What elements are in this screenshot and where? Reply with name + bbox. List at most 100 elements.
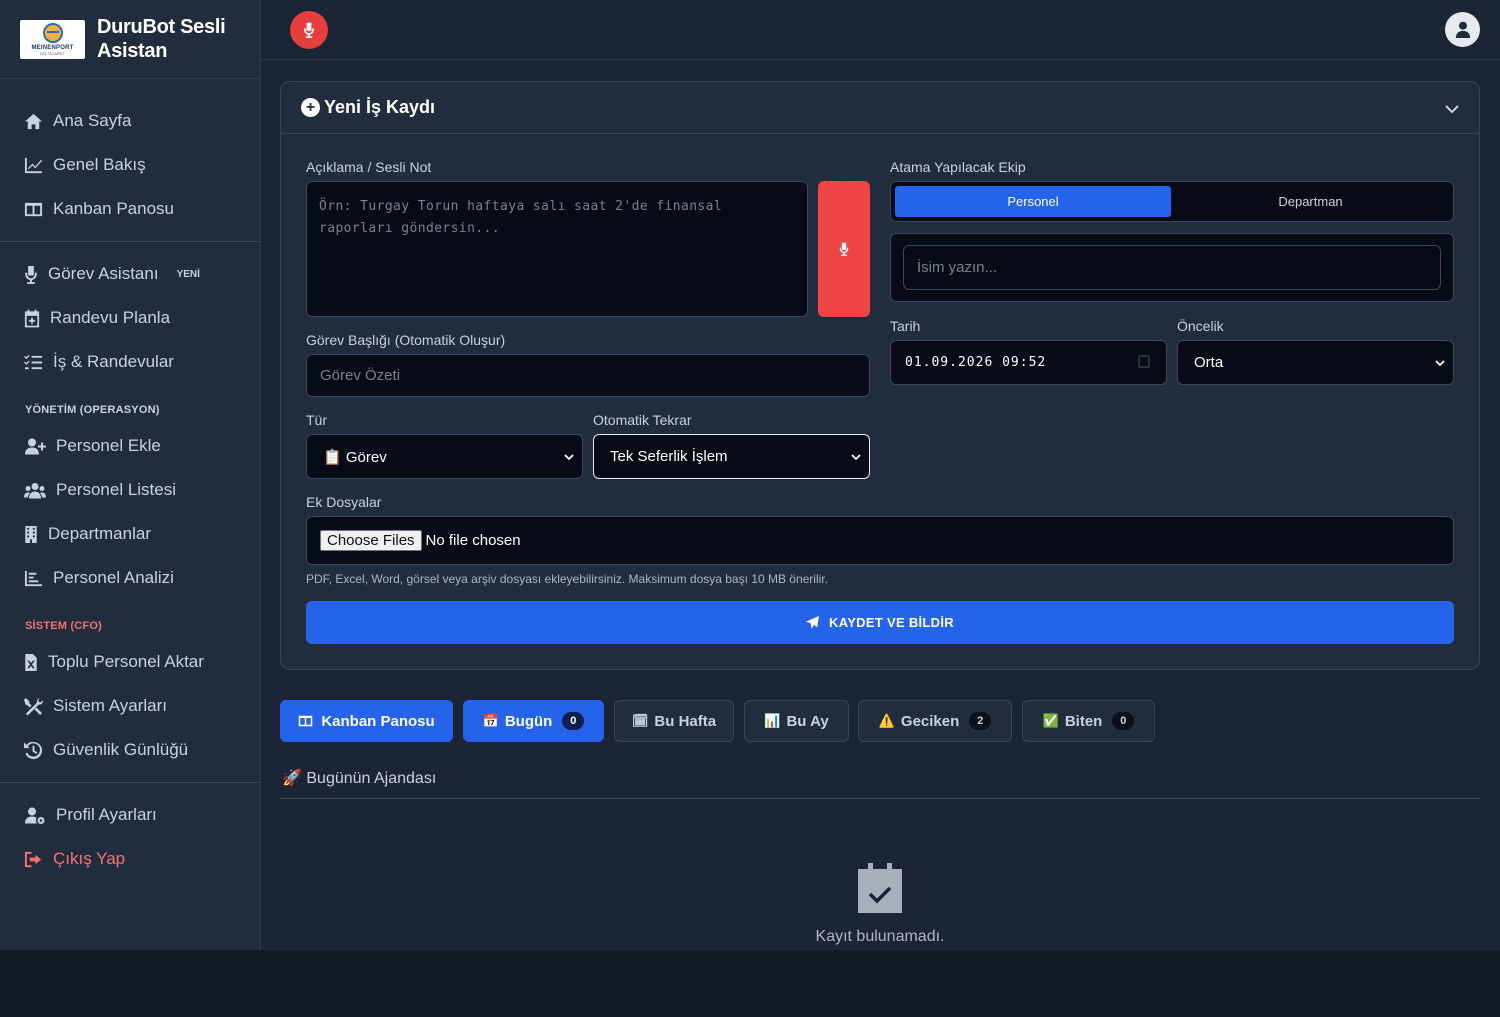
assign-tab-departman[interactable]: Departman [1172,186,1449,217]
sidebar-item-is-randevular[interactable]: İş & Randevular [0,342,260,382]
sidebar-item-randevu-planla[interactable]: Randevu Planla [0,298,260,338]
chevron-down-icon [1435,359,1445,366]
sidebar-item-label: Genel Bakış [53,155,146,174]
logo-subtext: DIŞ TİCARET [40,50,65,56]
microphone-icon [839,242,849,256]
save-and-notify-button[interactable]: KAYDET VE BİLDİR [306,601,1454,644]
brand-title: DuruBot Sesli Asistan [97,16,226,62]
agenda-title: 🚀 Bugünün Ajandası [282,770,437,787]
paper-plane-icon [806,616,820,629]
sidebar-item-profil-ayarlari[interactable]: Profil Ayarları [0,795,260,835]
sidebar-item-label: Sistem Ayarları [53,696,168,715]
tab-bu-hafta[interactable]: 🗓 Bu Hafta [614,700,734,742]
user-plus-icon [25,438,46,454]
sidebar-item-personel-analizi[interactable]: Personel Analizi [0,558,260,598]
sidebar-item-label: İş & Randevular [53,352,174,371]
files-hint: PDF, Excel, Word, görsel veya arşiv dosy… [306,572,828,586]
voice-record-button[interactable] [290,11,328,49]
page-footer-band [0,950,1500,1017]
type-label: Tür [306,412,327,428]
brand-logo: MEINENPORT DIŞ TİCARET [20,19,85,59]
priority-label: Öncelik [1177,318,1224,334]
calendar-week-icon: 🗓 [631,713,649,728]
user-gear-icon [25,807,45,824]
user-icon [1455,21,1470,38]
sidebar-item-label: Personel Analizi [53,568,174,587]
warning-icon: ⚠️ [878,713,895,728]
tab-bugun[interactable]: 📅 Bugün 0 [463,700,604,742]
calendar-check-icon [858,863,902,913]
sidebar-item-toplu-personel-aktar[interactable]: Toplu Personel Aktar [0,642,260,682]
sidebar-item-gorev-asistani[interactable]: Görev Asistanı YENİ [0,254,260,294]
type-select[interactable]: 📋 Görev [306,434,583,479]
chevron-down-icon [564,453,574,460]
description-label: Açıklama / Sesli Not [306,159,432,175]
sidebar-item-sistem-ayarlari[interactable]: Sistem Ayarları [0,686,260,726]
list-check-icon [24,354,43,369]
assign-label: Atama Yapılacak Ekip [890,159,1026,175]
tab-label: Bu Ay [786,712,829,730]
user-menu-button[interactable] [1445,12,1480,47]
sidebar-item-personel-ekle[interactable]: Personel Ekle [0,426,260,466]
tab-geciken[interactable]: ⚠️ Geciken 2 [858,700,1012,742]
count-badge: 2 [969,712,992,730]
chart-bar-icon [24,570,43,586]
sidebar-item-label: Personel Ekle [56,436,161,455]
chart-line-icon [24,157,43,173]
repeat-select[interactable]: Tek Seferlik İşlem [593,434,870,479]
assign-toggle: Personel Departman [890,181,1454,222]
tab-kanban[interactable]: Kanban Panosu [280,700,453,742]
calendar-icon: 📅 [482,713,499,728]
check-icon: ✅ [1042,713,1059,728]
tab-bu-ay[interactable]: 📊 Bu Ay [744,700,849,742]
description-textarea[interactable] [306,181,808,317]
card-header[interactable]: + Yeni İş Kaydı [281,82,1479,134]
dictation-button[interactable] [818,181,870,317]
sidebar-item-label: Personel Listesi [56,480,177,499]
tab-label: Bu Hafta [654,712,717,730]
sidebar: MEINENPORT DIŞ TİCARET DuruBot Sesli Asi… [0,0,261,950]
sidebar-item-departmanlar[interactable]: Departmanlar [0,514,260,554]
assign-tab-personel[interactable]: Personel [895,186,1171,217]
sidebar-item-cikis-yap[interactable]: Çıkış Yap [0,839,260,879]
task-title-input[interactable] [306,354,870,397]
sidebar-item-label: Çıkış Yap [53,849,126,868]
topbar [261,0,1500,60]
choose-files-button[interactable]: Choose Files [320,530,422,551]
section-title-sistem: SİSTEM (CFO) [25,620,102,632]
sidebar-item-label: Kanban Panosu [53,199,174,218]
home-icon [24,113,43,129]
tab-label: Kanban Panosu [321,712,435,730]
date-input[interactable]: 01.09.2026 09:52 [890,340,1167,385]
file-status-text: No file chosen [425,532,521,549]
type-select-value: 📋 Görev [323,448,387,466]
name-search-input[interactable] [903,245,1441,290]
priority-select[interactable]: Orta [1177,340,1454,385]
sidebar-item-label: Departmanlar [48,524,151,543]
priority-select-value: Orta [1194,354,1224,371]
chevron-down-icon[interactable] [1445,102,1459,116]
sidebar-divider [0,782,260,783]
sidebar-item-kanban[interactable]: Kanban Panosu [0,189,260,229]
columns-icon [24,202,43,216]
sidebar-item-label: Profil Ayarları [56,805,157,824]
sidebar-item-genel-bakis[interactable]: Genel Bakış [0,145,260,185]
sidebar-item-guvenlik-gunlugu[interactable]: Güvenlik Günlüğü [0,730,260,770]
sidebar-item-label: Ana Sayfa [53,111,132,130]
sidebar-item-label: Toplu Personel Aktar [48,652,204,671]
columns-icon [299,715,313,727]
globe-icon [42,22,63,43]
count-badge: 0 [1112,712,1135,730]
tab-biten[interactable]: ✅ Biten 0 [1022,700,1155,742]
calendar-icon[interactable] [1138,355,1150,368]
count-badge: 0 [562,712,585,730]
sidebar-item-label: Güvenlik Günlüğü [53,740,189,759]
bar-chart-icon: 📊 [764,713,781,728]
sidebar-item-ana-sayfa[interactable]: Ana Sayfa [0,101,260,141]
calendar-plus-icon [24,309,40,327]
tab-label: Geciken [900,712,960,730]
save-button-label: KAYDET VE BİLDİR [829,615,954,630]
brand[interactable]: MEINENPORT DIŞ TİCARET DuruBot Sesli Asi… [0,0,260,79]
sidebar-item-personel-listesi[interactable]: Personel Listesi [0,470,260,510]
file-input[interactable]: Choose Files No file chosen [306,516,1454,565]
